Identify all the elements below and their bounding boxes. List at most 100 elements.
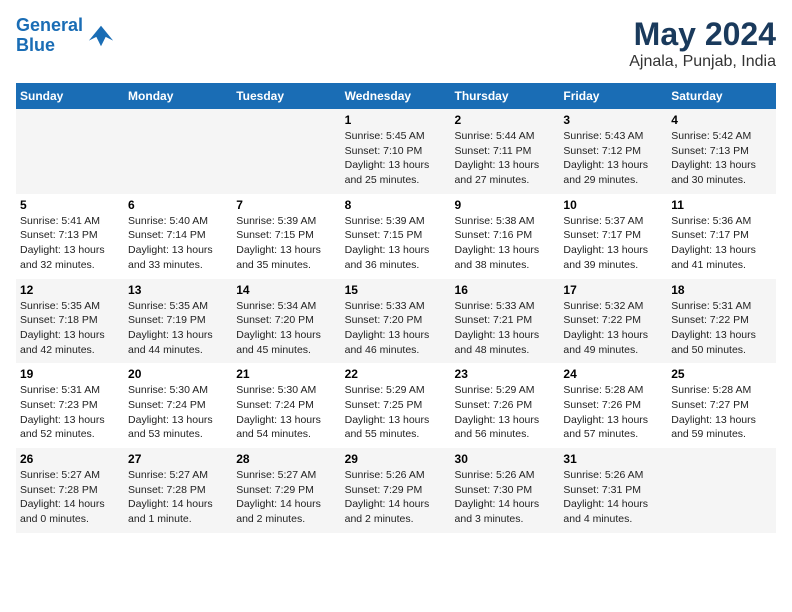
day-info: Sunrise: 5:31 AM Sunset: 7:22 PM Dayligh… [671, 299, 772, 358]
day-info: Sunrise: 5:30 AM Sunset: 7:24 PM Dayligh… [128, 383, 228, 442]
calendar-cell: 21 Sunrise: 5:30 AM Sunset: 7:24 PM Dayli… [232, 363, 340, 448]
page-header: GeneralBlue May 2024 Ajnala, Punjab, Ind… [16, 16, 776, 71]
calendar-cell: 5Sunrise: 5:41 AM Sunset: 7:13 PM Daylig… [16, 194, 124, 279]
calendar-cell [232, 109, 340, 194]
logo: GeneralBlue [16, 16, 115, 56]
calendar-row: 5Sunrise: 5:41 AM Sunset: 7:13 PM Daylig… [16, 194, 776, 279]
day-info: Sunrise: 5:35 AM Sunset: 7:18 PM Dayligh… [20, 299, 120, 358]
calendar-cell: 1Sunrise: 5:45 AM Sunset: 7:10 PM Daylig… [341, 109, 451, 194]
day-info: Sunrise: 5:26 AM Sunset: 7:29 PM Dayligh… [345, 468, 447, 527]
col-friday: Friday [559, 83, 667, 109]
day-number: 5 [20, 198, 120, 212]
day-number: 4 [671, 113, 772, 127]
calendar-row: 1Sunrise: 5:45 AM Sunset: 7:10 PM Daylig… [16, 109, 776, 194]
day-number: 9 [455, 198, 556, 212]
day-number: 28 [236, 452, 336, 466]
header-row: Sunday Monday Tuesday Wednesday Thursday… [16, 83, 776, 109]
calendar-cell: 24 Sunrise: 5:28 AM Sunset: 7:26 PM Dayli… [559, 363, 667, 448]
calendar-cell: 11 Sunrise: 5:36 AM Sunset: 7:17 PM Dayli… [667, 194, 776, 279]
calendar-cell: 15 Sunrise: 5:33 AM Sunset: 7:20 PM Dayli… [341, 279, 451, 364]
day-number: 22 [345, 367, 447, 381]
calendar-table: Sunday Monday Tuesday Wednesday Thursday… [16, 83, 776, 533]
day-info: Sunrise: 5:28 AM Sunset: 7:26 PM Dayligh… [563, 383, 663, 442]
day-number: 15 [345, 283, 447, 297]
day-number: 20 [128, 367, 228, 381]
day-number: 10 [563, 198, 663, 212]
col-saturday: Saturday [667, 83, 776, 109]
day-number: 11 [671, 198, 772, 212]
day-info: Sunrise: 5:39 AM Sunset: 7:15 PM Dayligh… [345, 214, 447, 273]
calendar-cell [667, 448, 776, 533]
day-info: Sunrise: 5:31 AM Sunset: 7:23 PM Dayligh… [20, 383, 120, 442]
day-info: Sunrise: 5:27 AM Sunset: 7:29 PM Dayligh… [236, 468, 336, 527]
calendar-cell: 2 Sunrise: 5:44 AM Sunset: 7:11 PM Daylig… [451, 109, 560, 194]
day-number: 27 [128, 452, 228, 466]
calendar-row: 26 Sunrise: 5:27 AM Sunset: 7:28 PM Dayli… [16, 448, 776, 533]
calendar-cell: 26Sunrise: 5:27 AM Sunset: 7:28 PM Dayli… [16, 448, 124, 533]
day-number: 13 [128, 283, 228, 297]
day-info: Sunrise: 5:30 AM Sunset: 7:24 PM Dayligh… [236, 383, 336, 442]
day-number: 2 [455, 113, 556, 127]
day-info: Sunrise: 5:44 AM Sunset: 7:11 PM Dayligh… [455, 129, 556, 188]
day-info: Sunrise: 5:27 AM Sunset: 7:28 PM Dayligh… [128, 468, 228, 527]
day-info: Sunrise: 5:39 AM Sunset: 7:15 PM Dayligh… [236, 214, 336, 273]
day-number: 7 [236, 198, 336, 212]
day-number: 3 [563, 113, 663, 127]
day-info: Sunrise: 5:29 AM Sunset: 7:26 PM Dayligh… [455, 383, 556, 442]
calendar-cell: 17Sunrise: 5:32 AM Sunset: 7:22 PM Dayli… [559, 279, 667, 364]
day-number: 18 [671, 283, 772, 297]
col-sunday: Sunday [16, 83, 124, 109]
day-info: Sunrise: 5:38 AM Sunset: 7:16 PM Dayligh… [455, 214, 556, 273]
day-number: 30 [455, 452, 556, 466]
col-wednesday: Wednesday [341, 83, 451, 109]
calendar-cell: 29 Sunrise: 5:26 AM Sunset: 7:29 PM Dayli… [341, 448, 451, 533]
calendar-row: 19 Sunrise: 5:31 AM Sunset: 7:23 PM Dayli… [16, 363, 776, 448]
day-number: 14 [236, 283, 336, 297]
day-number: 24 [563, 367, 663, 381]
day-info: Sunrise: 5:43 AM Sunset: 7:12 PM Dayligh… [563, 129, 663, 188]
calendar-cell: 4 Sunrise: 5:42 AM Sunset: 7:13 PM Daylig… [667, 109, 776, 194]
logo-text: GeneralBlue [16, 16, 83, 56]
day-info: Sunrise: 5:34 AM Sunset: 7:20 PM Dayligh… [236, 299, 336, 358]
calendar-cell: 16Sunrise: 5:33 AM Sunset: 7:21 PM Dayli… [451, 279, 560, 364]
logo-bird-icon [87, 22, 115, 50]
calendar-cell: 31 Sunrise: 5:26 AM Sunset: 7:31 PM Dayli… [559, 448, 667, 533]
day-info: Sunrise: 5:35 AM Sunset: 7:19 PM Dayligh… [128, 299, 228, 358]
day-info: Sunrise: 5:40 AM Sunset: 7:14 PM Dayligh… [128, 214, 228, 273]
calendar-cell: 27 Sunrise: 5:27 AM Sunset: 7:28 PM Dayli… [124, 448, 232, 533]
day-number: 26 [20, 452, 120, 466]
col-tuesday: Tuesday [232, 83, 340, 109]
day-number: 8 [345, 198, 447, 212]
day-number: 19 [20, 367, 120, 381]
calendar-cell: 8 Sunrise: 5:39 AM Sunset: 7:15 PM Daylig… [341, 194, 451, 279]
day-info: Sunrise: 5:36 AM Sunset: 7:17 PM Dayligh… [671, 214, 772, 273]
calendar-cell: 12 Sunrise: 5:35 AM Sunset: 7:18 PM Dayli… [16, 279, 124, 364]
day-number: 6 [128, 198, 228, 212]
calendar-cell: 18 Sunrise: 5:31 AM Sunset: 7:22 PM Dayli… [667, 279, 776, 364]
calendar-cell: 3 Sunrise: 5:43 AM Sunset: 7:12 PM Daylig… [559, 109, 667, 194]
calendar-cell: 13 Sunrise: 5:35 AM Sunset: 7:19 PM Dayli… [124, 279, 232, 364]
day-number: 29 [345, 452, 447, 466]
day-number: 31 [563, 452, 663, 466]
calendar-cell: 30Sunrise: 5:26 AM Sunset: 7:30 PM Dayli… [451, 448, 560, 533]
calendar-cell: 20 Sunrise: 5:30 AM Sunset: 7:24 PM Dayli… [124, 363, 232, 448]
calendar-cell: 7 Sunrise: 5:39 AM Sunset: 7:15 PM Daylig… [232, 194, 340, 279]
calendar-cell [16, 109, 124, 194]
calendar-cell: 14 Sunrise: 5:34 AM Sunset: 7:20 PM Dayli… [232, 279, 340, 364]
day-number: 12 [20, 283, 120, 297]
calendar-cell: 6 Sunrise: 5:40 AM Sunset: 7:14 PM Daylig… [124, 194, 232, 279]
day-number: 21 [236, 367, 336, 381]
day-info: Sunrise: 5:42 AM Sunset: 7:13 PM Dayligh… [671, 129, 772, 188]
day-number: 17 [563, 283, 663, 297]
col-thursday: Thursday [451, 83, 560, 109]
calendar-cell: 10 Sunrise: 5:37 AM Sunset: 7:17 PM Dayli… [559, 194, 667, 279]
col-monday: Monday [124, 83, 232, 109]
calendar-row: 12 Sunrise: 5:35 AM Sunset: 7:18 PM Dayli… [16, 279, 776, 364]
day-info: Sunrise: 5:29 AM Sunset: 7:25 PM Dayligh… [345, 383, 447, 442]
calendar-cell: 28 Sunrise: 5:27 AM Sunset: 7:29 PM Dayli… [232, 448, 340, 533]
day-info: Sunrise: 5:26 AM Sunset: 7:31 PM Dayligh… [563, 468, 663, 527]
calendar-cell: 9 Sunrise: 5:38 AM Sunset: 7:16 PM Daylig… [451, 194, 560, 279]
day-info: Sunrise: 5:33 AM Sunset: 7:20 PM Dayligh… [345, 299, 447, 358]
day-info: Sunrise: 5:37 AM Sunset: 7:17 PM Dayligh… [563, 214, 663, 273]
calendar-cell: 25Sunrise: 5:28 AM Sunset: 7:27 PM Dayli… [667, 363, 776, 448]
